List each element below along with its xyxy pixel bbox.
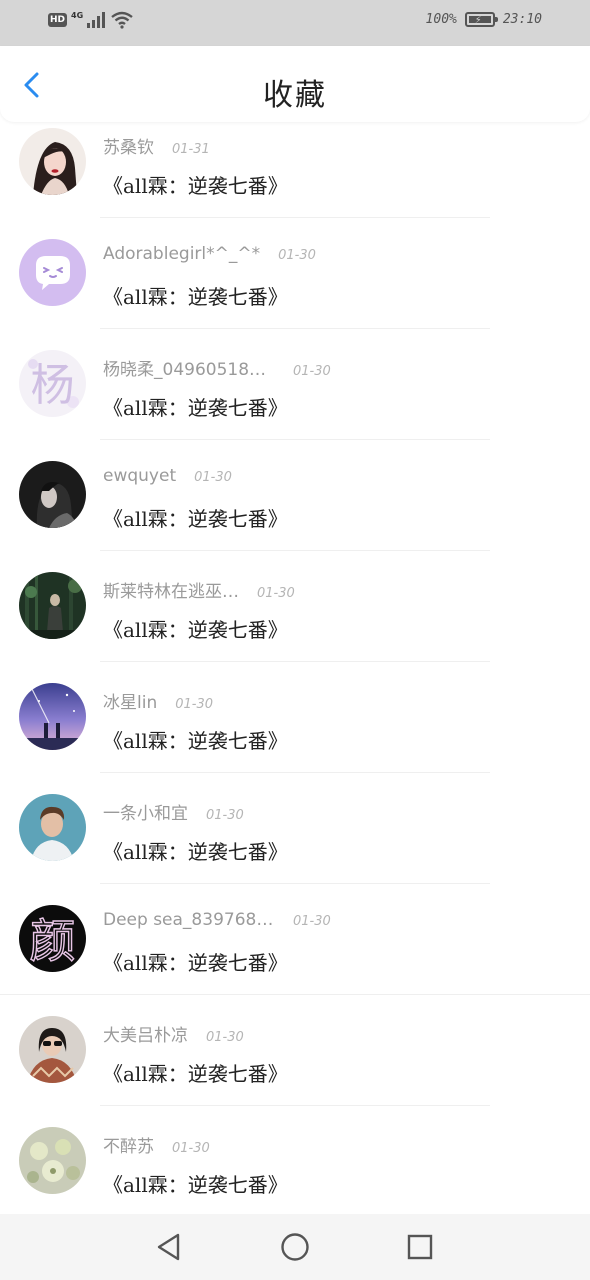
user-name: ewquyet <box>103 466 177 486</box>
avatar[interactable]: 杨 <box>19 350 86 417</box>
item-date: 01-30 <box>293 914 331 929</box>
item-date: 01-30 <box>172 1141 210 1156</box>
signal-icon <box>87 12 106 28</box>
story-title[interactable]: 《all霖：逆袭七番》 <box>103 1058 288 1087</box>
list-item[interactable]: 苏桑钦 01-31 《all霖：逆袭七番》 <box>0 107 590 218</box>
item-date: 01-30 <box>206 1030 244 1045</box>
item-date: 01-30 <box>194 470 232 485</box>
item-meta: 不醉苏 01-30 <box>103 1132 210 1157</box>
wifi-icon <box>111 11 133 29</box>
item-date: 01-30 <box>257 586 295 601</box>
square-recent-icon <box>407 1234 433 1260</box>
story-title[interactable]: 《all霖：逆袭七番》 <box>103 614 288 643</box>
story-title[interactable]: 《all霖：逆袭七番》 <box>103 725 288 754</box>
clock: 23:10 <box>502 12 542 27</box>
status-right: 100% ⚡ 23:10 <box>426 12 542 27</box>
user-name: 冰星lin <box>103 693 158 713</box>
item-meta: 斯莱特林在逃巫… 01-30 <box>103 577 295 602</box>
list-item[interactable]: 杨 杨晓柔_049605182… 01-30 《all霖：逆袭七番》 <box>0 329 590 440</box>
status-bar: HD 4G 100% ⚡ 23:10 <box>0 0 590 46</box>
item-meta: 杨晓柔_049605182… 01-30 <box>103 355 331 380</box>
avatar[interactable] <box>19 1016 86 1083</box>
item-meta: 大美吕朴凉 01-30 <box>103 1021 244 1046</box>
item-date: 01-31 <box>172 142 210 157</box>
circle-home-icon <box>281 1233 309 1261</box>
user-name: 一条小和宜 <box>103 804 188 824</box>
item-meta: 一条小和宜 01-30 <box>103 799 244 824</box>
favorites-list: 苏桑钦 01-31 《all霖：逆袭七番》 Adorablegirl*^_^* … <box>0 107 590 1217</box>
story-title[interactable]: 《all霖：逆袭七番》 <box>103 947 288 976</box>
item-meta: 苏桑钦 01-31 <box>103 133 210 158</box>
user-name: 杨晓柔_049605182… <box>103 360 275 380</box>
item-date: 01-30 <box>278 248 316 263</box>
user-name: 大美吕朴凉 <box>103 1026 188 1046</box>
nav-recent-button[interactable] <box>403 1230 437 1264</box>
item-meta: ewquyet 01-30 <box>103 466 232 486</box>
list-item[interactable]: 不醉苏 01-30 《all霖：逆袭七番》 <box>0 1106 590 1217</box>
story-title[interactable]: 《all霖：逆袭七番》 <box>103 281 288 310</box>
avatar[interactable] <box>19 239 86 306</box>
item-meta: 冰星lin 01-30 <box>103 688 213 713</box>
list-item[interactable]: ewquyet 01-30 《all霖：逆袭七番》 <box>0 440 590 551</box>
story-title[interactable]: 《all霖：逆袭七番》 <box>103 836 288 865</box>
list-item[interactable]: 颜 Deep sea_83976898134 01-30 《all霖：逆袭七番》 <box>0 884 590 995</box>
user-name: Deep sea_83976898134 <box>103 910 275 930</box>
avatar[interactable] <box>19 572 86 639</box>
user-name: 不醉苏 <box>103 1137 154 1157</box>
list-item[interactable]: 大美吕朴凉 01-30 《all霖：逆袭七番》 <box>0 995 590 1106</box>
status-left: HD 4G <box>48 11 133 29</box>
user-name: Adorablegirl*^_^* <box>103 244 261 264</box>
story-title[interactable]: 《all霖：逆袭七番》 <box>103 503 288 532</box>
svg-text:杨: 杨 <box>31 360 75 411</box>
list-item[interactable]: 斯莱特林在逃巫… 01-30 《all霖：逆袭七番》 <box>0 551 590 662</box>
item-meta: Deep sea_83976898134 01-30 <box>103 910 331 930</box>
avatar[interactable] <box>19 461 86 528</box>
hd-badge: HD <box>48 13 68 27</box>
story-title[interactable]: 《all霖：逆袭七番》 <box>103 170 288 199</box>
avatar[interactable] <box>19 794 86 861</box>
item-date: 01-30 <box>175 697 214 712</box>
item-date: 01-30 <box>293 364 331 379</box>
avatar[interactable] <box>19 1127 86 1194</box>
triangle-back-icon <box>157 1233 180 1261</box>
battery-icon: ⚡ <box>464 12 498 27</box>
user-name: 斯莱特林在逃巫… <box>103 582 239 602</box>
nav-back-button[interactable] <box>152 1230 186 1264</box>
avatar[interactable] <box>19 683 86 750</box>
nav-home-button[interactable] <box>278 1230 312 1264</box>
avatar[interactable] <box>19 128 86 195</box>
story-title[interactable]: 《all霖：逆袭七番》 <box>103 392 288 421</box>
network-type: 4G <box>71 10 84 20</box>
system-nav-bar <box>0 1214 590 1280</box>
story-title[interactable]: 《all霖：逆袭七番》 <box>103 1169 288 1198</box>
list-item[interactable]: 冰星lin 01-30 《all霖：逆袭七番》 <box>0 662 590 773</box>
battery-percent: 100% <box>425 12 457 27</box>
avatar[interactable]: 颜 <box>19 905 86 972</box>
svg-text:颜: 颜 <box>30 914 76 968</box>
list-item[interactable]: Adorablegirl*^_^* 01-30 《all霖：逆袭七番》 <box>0 218 590 329</box>
item-date: 01-30 <box>206 808 244 823</box>
list-item[interactable]: 一条小和宜 01-30 《all霖：逆袭七番》 <box>0 773 590 884</box>
item-meta: Adorablegirl*^_^* 01-30 <box>103 244 316 264</box>
user-name: 苏桑钦 <box>103 138 154 158</box>
